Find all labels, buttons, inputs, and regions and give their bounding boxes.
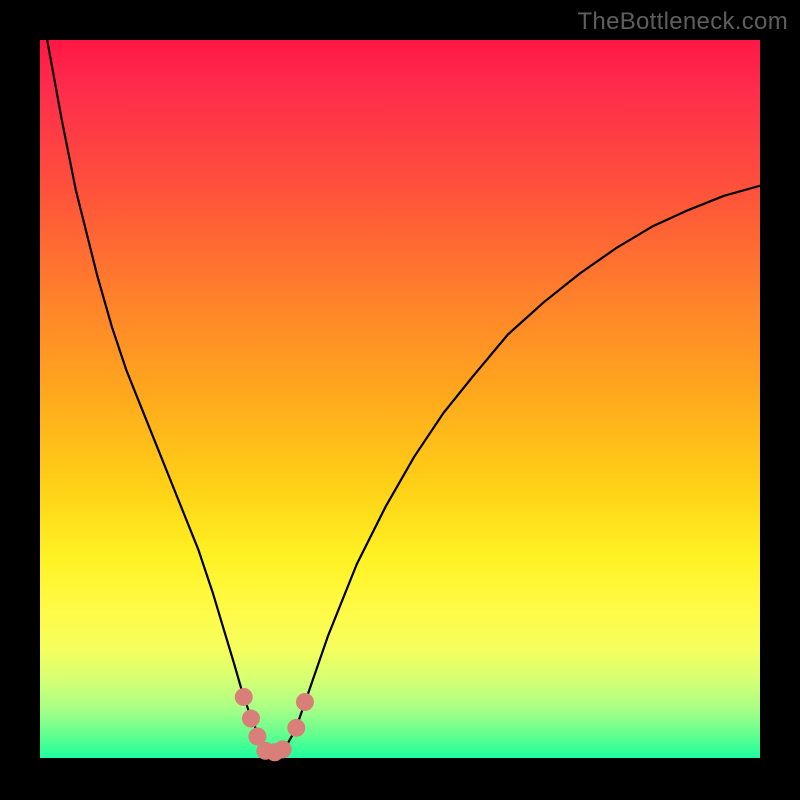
chart-container: TheBottleneck.com bbox=[0, 0, 800, 800]
curve-marker bbox=[287, 719, 305, 737]
curve-marker bbox=[274, 740, 292, 758]
curve-markers bbox=[235, 688, 314, 761]
curve-marker bbox=[235, 688, 253, 706]
watermark-text: TheBottleneck.com bbox=[577, 8, 788, 36]
curve-marker bbox=[296, 693, 314, 711]
bottleneck-curve bbox=[47, 40, 760, 754]
chart-overlay bbox=[40, 40, 760, 758]
curve-marker bbox=[242, 710, 260, 728]
